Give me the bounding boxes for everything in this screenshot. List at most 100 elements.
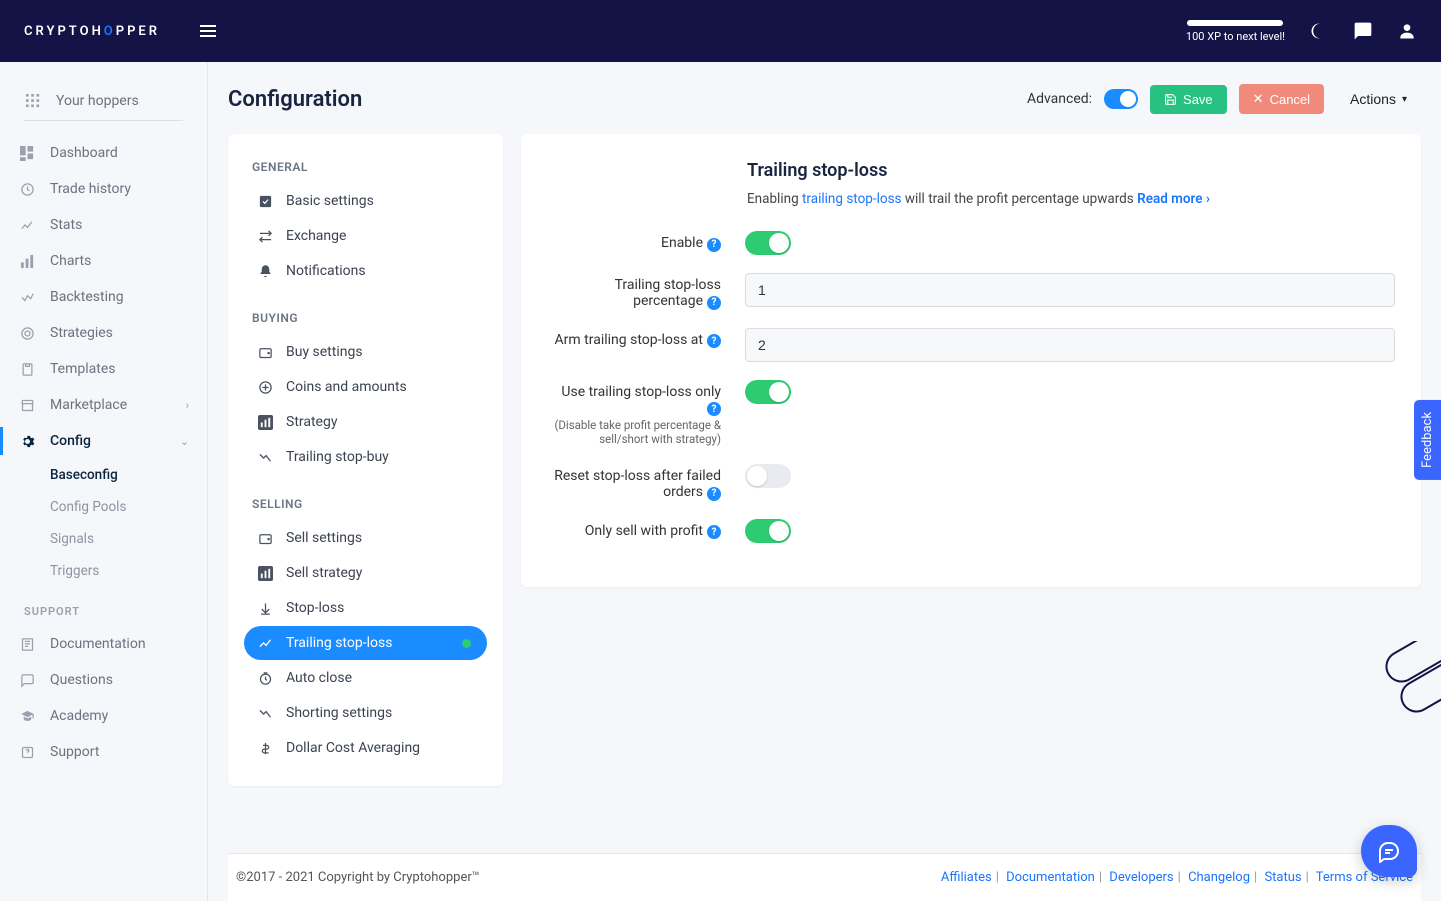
cfg-item-sell-strategy[interactable]: Sell strategy [244,556,487,590]
cfg-item-sell-settings[interactable]: Sell settings [244,521,487,555]
cfg-item-auto-close[interactable]: Auto close [244,661,487,695]
chat-icon [1377,839,1401,863]
sidebar-subitem-triggers[interactable]: Triggers [50,555,207,587]
sidebar-item-label: Config [50,433,91,449]
sidebar-item-trade-history[interactable]: Trade history [0,171,207,207]
cfg-item-strategy[interactable]: Strategy [244,405,487,439]
sidebar-item-label: Strategies [50,325,113,341]
sidebar-item-label: Stats [50,217,82,233]
actions-dropdown[interactable]: Actions ▾ [1336,84,1421,114]
cfg-item-label: Auto close [286,670,352,686]
profit-toggle[interactable] [745,519,791,543]
group-header-general: GENERAL [244,154,487,184]
help-icon[interactable]: ? [707,296,721,310]
sidebar-item-label: Documentation [50,636,146,652]
sidebar-section-support: SUPPORT [0,605,207,618]
config-form-panel: Trailing stop-loss Enabling trailing sto… [521,134,1421,587]
sidebar-item-label: Backtesting [50,289,124,305]
sidebar-item-dashboard[interactable]: Dashboard [0,135,207,171]
sidebar-subitem-baseconfig[interactable]: Baseconfig [50,459,207,491]
help-icon[interactable]: ? [707,334,721,348]
messages-icon[interactable] [1353,21,1373,41]
help-icon[interactable]: ? [707,238,721,252]
dashboard-icon [18,144,36,162]
chevron-down-icon: ⌄ [180,435,189,448]
caret-down-icon: ▾ [1402,94,1407,105]
arm-label: Arm trailing stop-loss at? [547,328,729,349]
wallet-icon [256,343,274,361]
logo[interactable]: CRYPTOHOPPER [24,24,160,39]
gear-icon [18,432,36,450]
footer-link-changelog[interactable]: Changelog [1188,870,1250,885]
cfg-item-label: Strategy [286,414,337,430]
cfg-item-label: Basic settings [286,193,374,209]
feedback-tab[interactable]: Feedback [1414,400,1441,480]
sidebar-item-config[interactable]: Config ⌄ [0,423,207,459]
arm-input[interactable] [745,328,1395,362]
cfg-item-coins-amounts[interactable]: Coins and amounts [244,370,487,404]
help-icon[interactable]: ? [707,487,721,501]
sidebar-subitem-signals[interactable]: Signals [50,523,207,555]
documentation-icon [18,635,36,653]
sidebar-item-marketplace[interactable]: Marketplace › [0,387,207,423]
help-icon[interactable]: ? [707,402,721,416]
cfg-item-stop-loss[interactable]: Stop-loss [244,591,487,625]
only-toggle[interactable] [745,380,791,404]
cfg-item-dca[interactable]: Dollar Cost Averaging [244,731,487,765]
trailing-stop-loss-link[interactable]: trailing stop-loss [802,191,901,207]
cfg-item-label: Sell strategy [286,565,362,581]
footer-link-documentation[interactable]: Documentation [1006,870,1095,885]
footer-link-affiliates[interactable]: Affiliates [941,870,992,885]
cfg-item-trailing-stop-buy[interactable]: Trailing stop-buy [244,440,487,474]
group-header-selling: SELLING [244,491,487,521]
footer-link-status[interactable]: Status [1264,870,1301,885]
xp-indicator[interactable]: 100 XP to next level! [1186,20,1285,43]
sidebar-item-label: Charts [50,253,91,269]
dark-mode-icon[interactable] [1309,21,1329,41]
sidebar-item-backtesting[interactable]: Backtesting [0,279,207,315]
chart-icon [256,413,274,431]
sidebar-item-label: Templates [50,361,116,377]
sidebar-item-support[interactable]: Support [0,734,207,770]
footer-link-developers[interactable]: Developers [1109,870,1173,885]
chat-button[interactable] [1361,825,1417,877]
cfg-item-basic-settings[interactable]: Basic settings [244,184,487,218]
enable-toggle[interactable] [745,231,791,255]
help-icon[interactable]: ? [707,525,721,539]
section-description: Enabling trailing stop-loss will trail t… [747,191,1395,207]
sidebar-item-documentation[interactable]: Documentation [0,626,207,662]
sidebar-item-templates[interactable]: Templates [0,351,207,387]
group-header-buying: BUYING [244,305,487,335]
save-button[interactable]: Save [1150,85,1227,114]
sidebar-item-stats[interactable]: Stats [0,207,207,243]
sidebar-item-charts[interactable]: Charts [0,243,207,279]
menu-toggle-icon[interactable] [200,25,216,37]
questions-icon [18,671,36,689]
cfg-item-trailing-stop-loss[interactable]: Trailing stop-loss [244,626,487,660]
cfg-item-shorting-settings[interactable]: Shorting settings [244,696,487,730]
chart-icon [256,564,274,582]
cfg-item-label: Coins and amounts [286,379,407,395]
cfg-item-label: Notifications [286,263,366,279]
profit-label: Only sell with profit? [547,519,729,540]
cfg-item-buy-settings[interactable]: Buy settings [244,335,487,369]
cancel-button[interactable]: ✕ Cancel [1239,84,1324,114]
cfg-item-label: Exchange [286,228,346,244]
cfg-item-exchange[interactable]: Exchange [244,219,487,253]
user-icon[interactable] [1397,21,1417,41]
read-more-link[interactable]: Read more [1137,191,1210,207]
sidebar-item-academy[interactable]: Academy [0,698,207,734]
sidebar-item-label: Questions [50,672,113,688]
trend-down-icon [256,704,274,722]
sidebar-subitem-config-pools[interactable]: Config Pools [50,491,207,523]
advanced-toggle[interactable] [1104,89,1138,109]
cfg-item-notifications[interactable]: Notifications [244,254,487,288]
cfg-item-label: Buy settings [286,344,363,360]
close-icon: ✕ [1253,91,1264,107]
sidebar-item-your-hoppers[interactable]: Your hoppers [24,92,183,110]
sidebar-item-questions[interactable]: Questions [0,662,207,698]
percent-input[interactable] [745,273,1395,307]
sidebar-item-strategies[interactable]: Strategies [0,315,207,351]
trend-up-icon [256,634,274,652]
reset-toggle[interactable] [745,464,791,488]
